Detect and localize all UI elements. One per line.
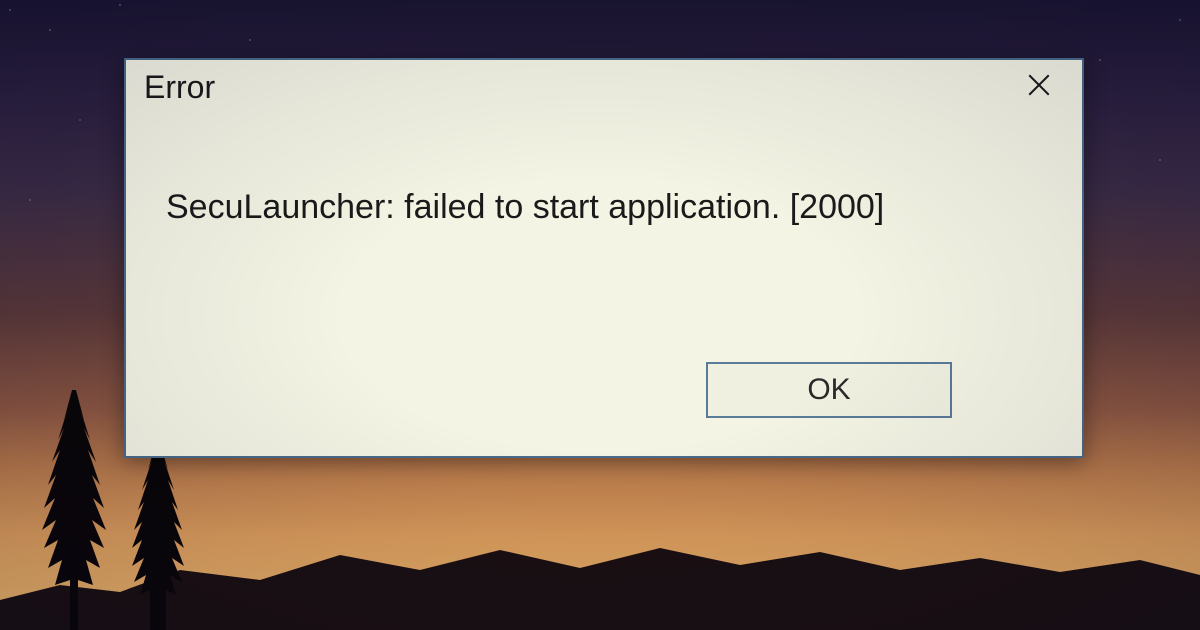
close-button[interactable] bbox=[1014, 62, 1064, 112]
dialog-title: Error bbox=[144, 69, 215, 106]
ok-button[interactable]: OK bbox=[706, 362, 952, 418]
dialog-body: SecuLauncher: failed to start applicatio… bbox=[126, 114, 1082, 336]
error-dialog: Error SecuLauncher: failed to start appl… bbox=[124, 58, 1084, 458]
dialog-titlebar[interactable]: Error bbox=[126, 60, 1082, 114]
close-icon bbox=[1026, 72, 1052, 103]
dialog-footer: OK bbox=[126, 336, 1082, 456]
error-message: SecuLauncher: failed to start applicatio… bbox=[166, 188, 1052, 227]
